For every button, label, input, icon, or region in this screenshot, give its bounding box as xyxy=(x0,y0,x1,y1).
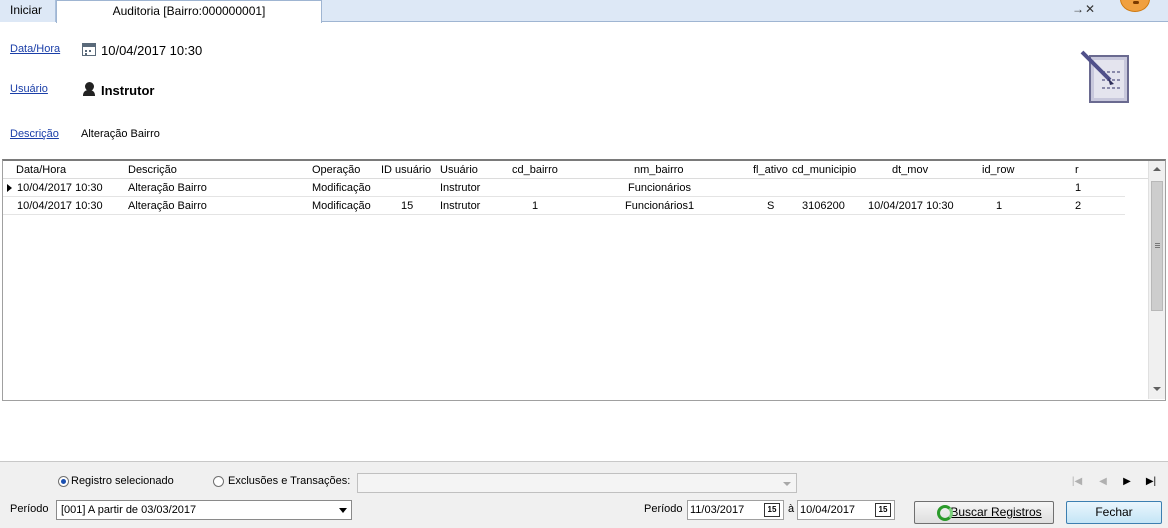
col-nm-bairro[interactable]: nm_bairro xyxy=(634,164,684,176)
cell-cd-bairro: 1 xyxy=(532,200,539,212)
col-data-hora[interactable]: Data/Hora xyxy=(16,164,66,176)
nav-prev-button[interactable]: ◀ xyxy=(1096,476,1110,488)
scroll-down-icon[interactable] xyxy=(1153,387,1161,391)
description-label[interactable]: Descrição xyxy=(10,128,59,140)
scroll-thumb[interactable] xyxy=(1151,181,1163,311)
datetime-label[interactable]: Data/Hora xyxy=(10,43,60,55)
cell-data-hora: 10/04/2017 10:30 xyxy=(17,182,103,194)
col-fl-ativo[interactable]: fl_ativo xyxy=(753,164,788,176)
table-row[interactable]: 10/04/2017 10:30 Alteração Bairro Modifi… xyxy=(3,197,1125,215)
period-label: Período xyxy=(10,503,49,515)
cell-fl-ativo: S xyxy=(767,200,775,212)
nav-last-button[interactable]: ▶| xyxy=(1144,476,1158,488)
cell-nm-bairro: Funcionários xyxy=(628,182,691,194)
cell-id-row: 1 xyxy=(996,200,1003,212)
cell-r: 1 xyxy=(1075,182,1082,194)
col-id-usuario[interactable]: ID usuário xyxy=(381,164,431,176)
row-indicator-icon xyxy=(7,184,12,192)
col-cd-municipio[interactable]: cd_municipio xyxy=(792,164,856,176)
nav-first-button[interactable]: |◀ xyxy=(1070,476,1084,488)
cell-id-usuario: 15 xyxy=(401,200,414,212)
date-to-input[interactable]: 10/04/2017 15 xyxy=(797,500,895,520)
tab-auditoria[interactable]: Auditoria [Bairro:000000001] xyxy=(56,0,322,23)
refresh-icon xyxy=(937,505,953,521)
calendar-icon xyxy=(82,43,96,56)
cell-operacao: Modificação xyxy=(312,200,371,212)
calendar-icon[interactable]: 15 xyxy=(764,503,780,517)
cell-usuario: Instrutor xyxy=(440,200,481,212)
user-value: Instrutor xyxy=(101,83,155,98)
footer-bar: Registro selecionado Exclusões e Transaç… xyxy=(0,461,1168,528)
chevron-down-icon xyxy=(339,508,347,513)
cell-data-hora: 10/04/2017 10:30 xyxy=(17,200,103,212)
search-records-button[interactable]: Buscar Registros xyxy=(914,501,1054,524)
tab-iniciar[interactable]: Iniciar xyxy=(0,0,56,22)
audit-grid: Data/Hora Descrição Operação ID usuário … xyxy=(2,159,1166,401)
description-value: Alteração Bairro xyxy=(81,128,160,140)
close-button[interactable]: Fechar xyxy=(1066,501,1162,524)
cell-r: 2 xyxy=(1075,200,1082,212)
cell-nm-bairro: Funcionários1 xyxy=(625,200,695,212)
col-descricao[interactable]: Descrição xyxy=(128,164,177,176)
radio-exclusoes-label[interactable]: Exclusões e Transações: xyxy=(228,475,350,487)
col-id-row[interactable]: id_row xyxy=(982,164,1014,176)
cell-cd-municipio: 3106200 xyxy=(802,200,845,212)
cell-operacao: Modificação xyxy=(312,182,371,194)
datetime-value: 10/04/2017 10:30 xyxy=(101,43,203,58)
date-separator: à xyxy=(788,503,795,515)
period-select[interactable]: [001] A partir de 03/03/2017 xyxy=(56,500,352,520)
col-cd-bairro[interactable]: cd_bairro xyxy=(512,164,558,176)
audit-document-icon xyxy=(1080,50,1129,103)
chevron-down-icon xyxy=(783,482,791,486)
grid-vertical-scrollbar[interactable] xyxy=(1148,161,1165,399)
app-orb-icon[interactable] xyxy=(1120,0,1150,12)
period-range-label: Período xyxy=(644,503,683,515)
radio-registro-selecionado[interactable] xyxy=(58,476,69,487)
cell-descricao: Alteração Bairro xyxy=(128,200,207,212)
col-dt-mov[interactable]: dt_mov xyxy=(892,164,928,176)
table-row[interactable]: 10/04/2017 10:30 Alteração Bairro Modifi… xyxy=(3,179,1125,197)
date-to-value: 10/04/2017 xyxy=(800,504,856,516)
radio-registro-selecionado-label[interactable]: Registro selecionado xyxy=(71,475,174,487)
tab-strip: Iniciar Auditoria [Bairro:000000001] →✕ xyxy=(0,0,1168,23)
user-label[interactable]: Usuário xyxy=(10,83,48,95)
user-icon xyxy=(83,82,95,96)
date-from-value: 11/03/2017 xyxy=(690,504,745,516)
grid-header: Data/Hora Descrição Operação ID usuário … xyxy=(3,161,1149,179)
col-r[interactable]: r xyxy=(1075,164,1079,176)
exclusions-select[interactable] xyxy=(357,473,797,493)
calendar-icon[interactable]: 15 xyxy=(875,503,891,517)
cell-descricao: Alteração Bairro xyxy=(128,182,207,194)
col-usuario[interactable]: Usuário xyxy=(440,164,478,176)
close-button-label: Fechar xyxy=(1095,505,1133,519)
cell-usuario: Instrutor xyxy=(440,182,481,194)
nav-next-button[interactable]: ▶ xyxy=(1120,476,1134,488)
scroll-up-icon[interactable] xyxy=(1153,167,1161,171)
radio-exclusoes-transacoes[interactable] xyxy=(213,476,224,487)
period-select-value: [001] A partir de 03/03/2017 xyxy=(61,504,197,516)
date-from-input[interactable]: 11/03/2017 15 xyxy=(687,500,784,520)
cell-dt-mov: 10/04/2017 10:30 xyxy=(868,200,954,212)
col-operacao[interactable]: Operação xyxy=(312,164,360,176)
tab-close-controls[interactable]: →✕ xyxy=(1072,2,1096,16)
